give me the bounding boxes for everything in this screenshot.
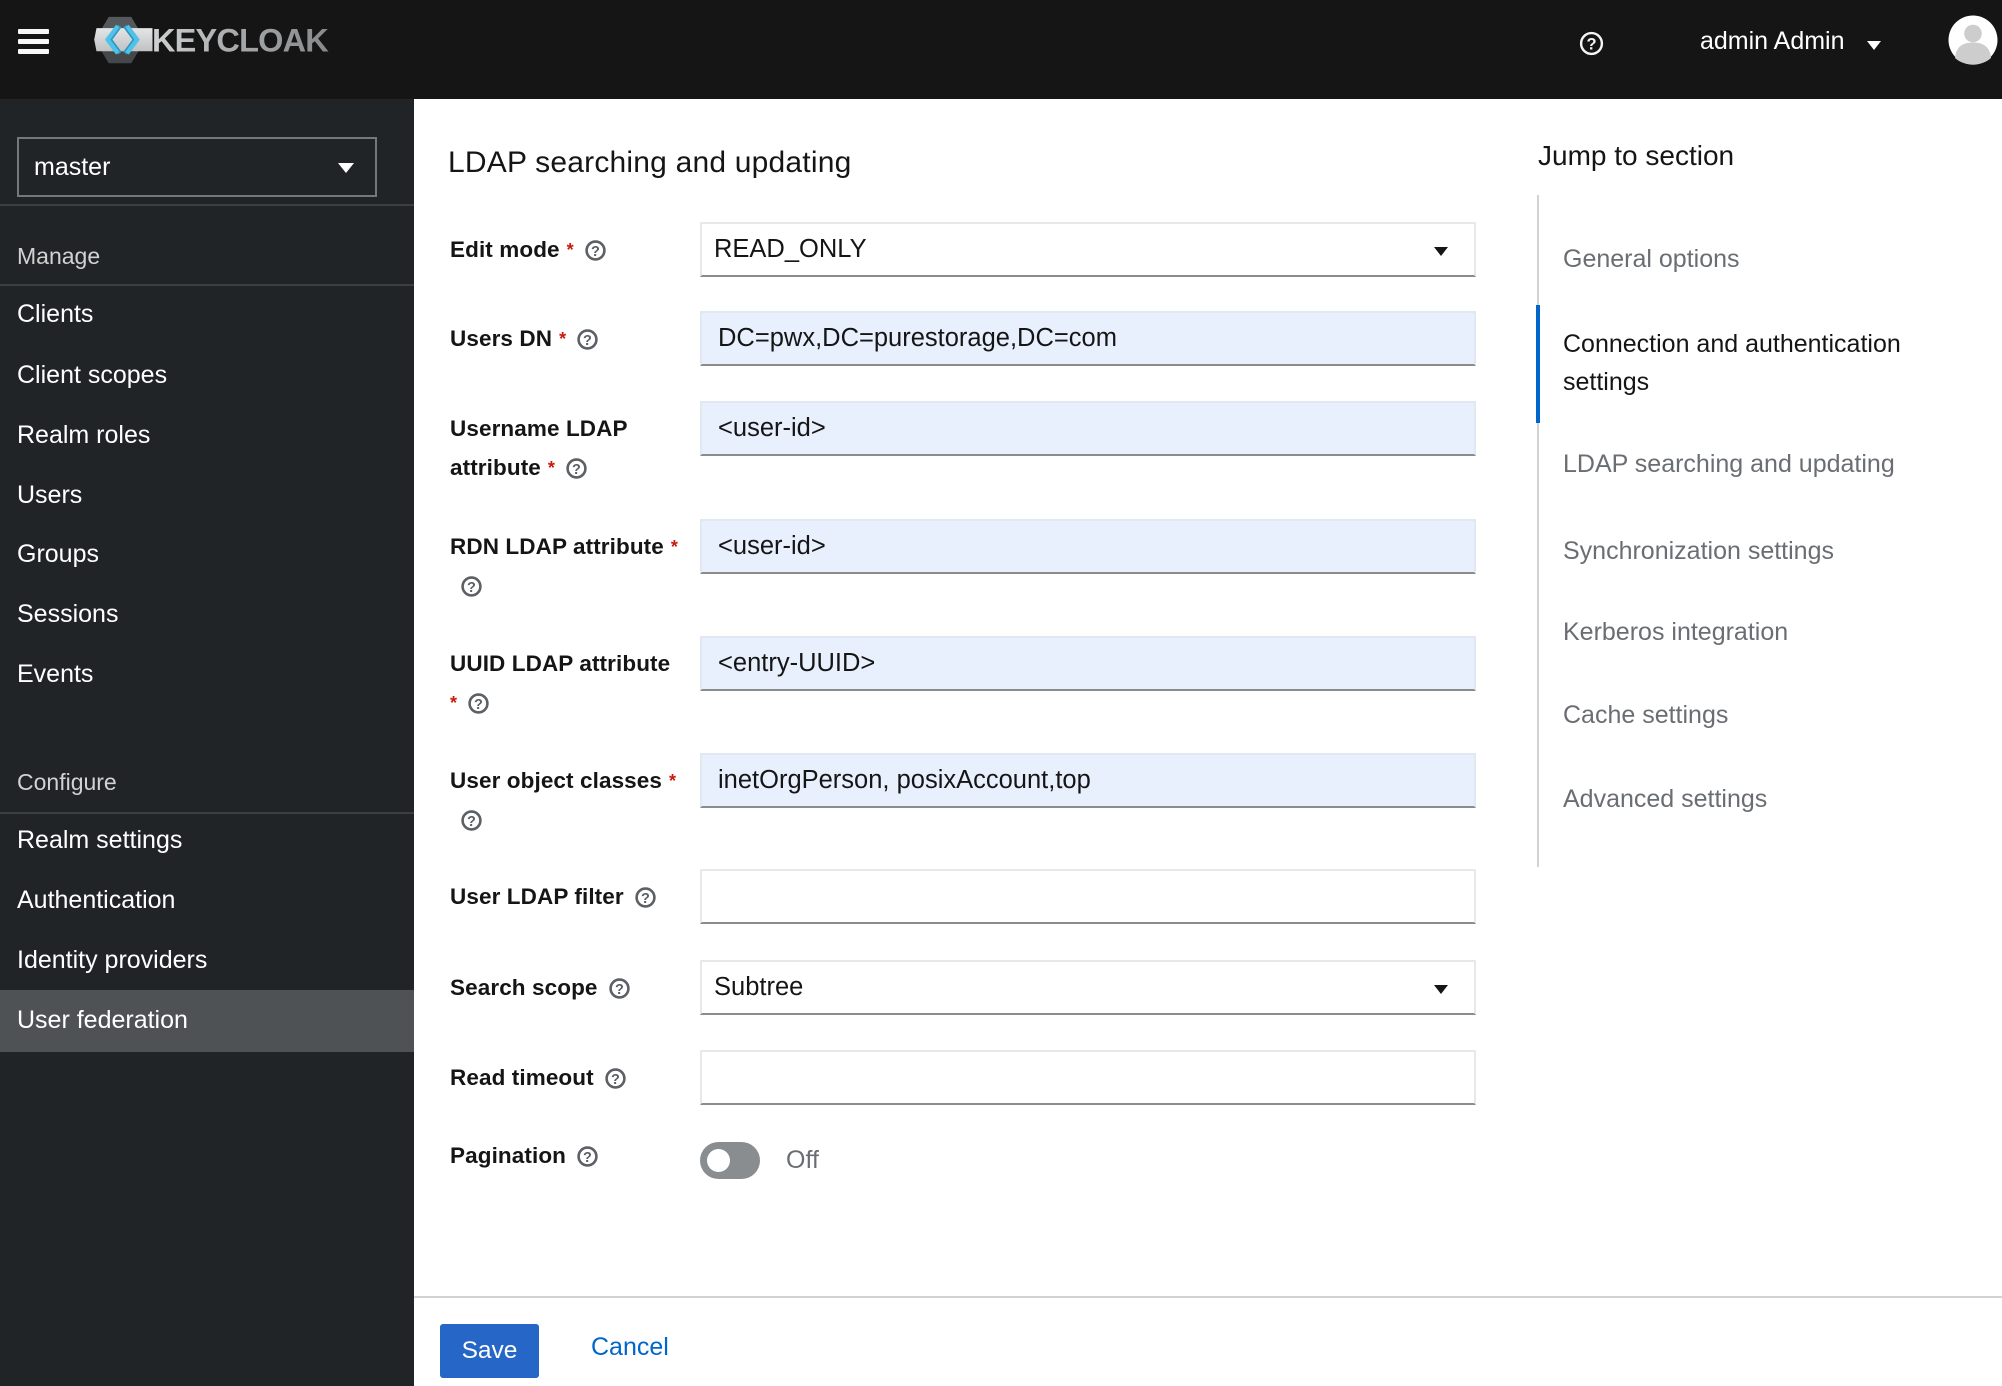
svg-text:?: ? — [467, 579, 476, 595]
svg-text:?: ? — [572, 461, 581, 477]
svg-text:?: ? — [615, 981, 624, 997]
svg-text:KEYCLOAK: KEYCLOAK — [152, 22, 329, 58]
svg-text:?: ? — [611, 1071, 620, 1087]
svg-text:?: ? — [474, 696, 483, 712]
svg-text:?: ? — [591, 243, 600, 259]
svg-text:?: ? — [467, 813, 476, 829]
svg-text:?: ? — [583, 332, 592, 348]
svg-text:?: ? — [583, 1149, 592, 1165]
svg-text:?: ? — [1586, 35, 1596, 53]
svg-text:?: ? — [641, 890, 650, 906]
